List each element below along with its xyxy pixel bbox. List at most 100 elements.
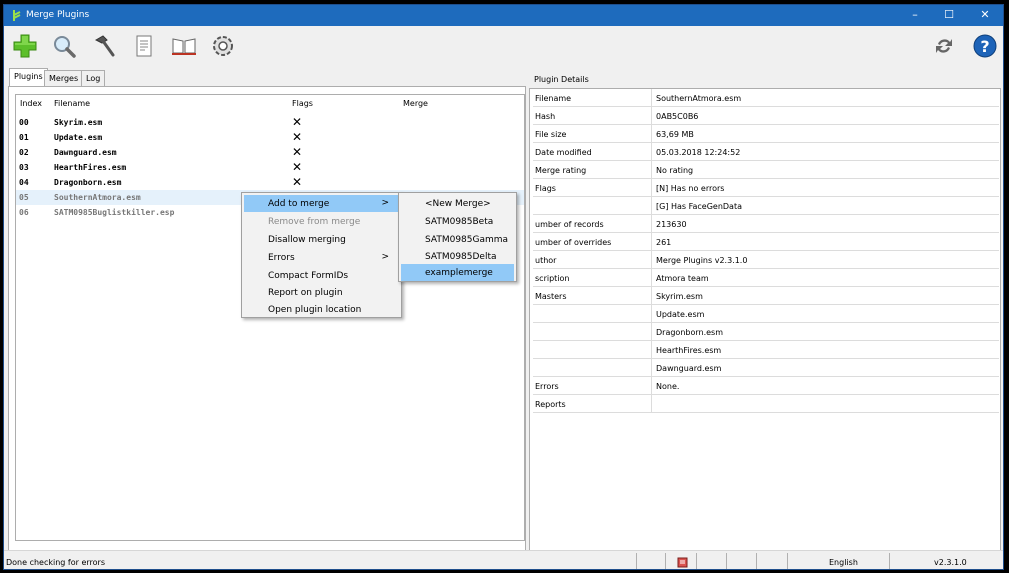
- detail-row: Dragonborn.esm: [533, 323, 999, 341]
- submenu-item-satm0985gamma[interactable]: SATM0985Gamma: [401, 231, 514, 248]
- table-row[interactable]: 00 Skyrim.esm ✕: [16, 115, 524, 130]
- row-index: 04: [19, 178, 29, 187]
- submenu-item-examplemerge[interactable]: examplemerge: [401, 264, 514, 281]
- menu-item-remove-from-merge[interactable]: Remove from merge: [244, 213, 399, 230]
- help-button[interactable]: ?: [970, 31, 1000, 61]
- submenu-item-new-merge[interactable]: <New Merge>: [401, 195, 514, 212]
- row-index: 06: [19, 208, 29, 217]
- hammer-icon: [94, 35, 115, 57]
- submenu-item-satm0985beta[interactable]: SATM0985Beta: [401, 213, 514, 230]
- row-filename: SATM0985Buglistkiller.esp: [54, 208, 175, 217]
- add-to-merge-submenu: <New Merge> SATM0985Beta SATM0985Gamma S…: [398, 192, 517, 282]
- flag-x-icon: ✕: [292, 175, 303, 189]
- flag-x-icon: ✕: [292, 160, 303, 174]
- check-for-errors-button[interactable]: [49, 31, 79, 61]
- dictionary-button[interactable]: [169, 31, 199, 61]
- plugin-details-label: Plugin Details: [534, 75, 589, 84]
- menu-item-add-to-merge[interactable]: Add to merge >: [244, 195, 399, 212]
- plugins-panel: Index Filename Flags Merge 00 Skyrim.esm…: [8, 86, 526, 551]
- window-title: Merge Plugins: [26, 10, 90, 20]
- help-icon: ?: [973, 34, 997, 58]
- book-icon: [172, 38, 196, 55]
- svg-text:?: ?: [980, 37, 989, 56]
- error-report-icon[interactable]: [677, 557, 688, 568]
- menu-item-errors[interactable]: Errors >: [244, 249, 399, 266]
- status-bar: Done checking for errors English v2.3.1.…: [4, 550, 1003, 569]
- row-index: 01: [19, 133, 29, 142]
- detail-row: Dawnguard.esm: [533, 359, 999, 377]
- submenu-item-satm0985delta[interactable]: SATM0985Delta: [401, 248, 514, 265]
- app-icon: [13, 10, 21, 21]
- status-divider: [756, 553, 757, 569]
- status-language: English: [829, 558, 858, 567]
- detail-row: Filename SouthernAtmora.esm: [533, 89, 999, 107]
- status-divider: [696, 553, 697, 569]
- row-filename: HearthFires.esm: [54, 163, 127, 172]
- plugin-context-menu: Add to merge > Remove from merge Disallow…: [241, 192, 402, 318]
- status-version: v2.3.1.0: [934, 558, 967, 567]
- detail-row: Update.esm: [533, 305, 999, 323]
- row-index: 05: [19, 193, 29, 202]
- row-index: 00: [19, 118, 29, 127]
- menu-item-disallow-merging[interactable]: Disallow merging: [244, 231, 399, 248]
- detail-row: umber of overrides 261: [533, 233, 999, 251]
- status-divider: [636, 553, 637, 569]
- title-bar[interactable]: Merge Plugins – ☐ ✕: [4, 5, 1003, 26]
- detail-row: umber of records 213630: [533, 215, 999, 233]
- menu-item-open-plugin-location[interactable]: Open plugin location: [244, 301, 399, 318]
- table-row[interactable]: 01 Update.esm ✕: [16, 130, 524, 145]
- detail-row: scription Atmora team: [533, 269, 999, 287]
- menu-item-compact-formids[interactable]: Compact FormIDs: [244, 267, 399, 284]
- search-icon: [54, 36, 76, 58]
- column-index[interactable]: Index: [20, 99, 42, 108]
- tab-log[interactable]: Log: [81, 70, 106, 86]
- row-filename: Dragonborn.esm: [54, 178, 122, 187]
- plugin-details-panel: Filename SouthernAtmora.esm Hash 0AB5C0B6 …: [529, 88, 1001, 551]
- refresh-button[interactable]: [929, 31, 959, 61]
- detail-row: Date modified 05.03.2018 12:24:52: [533, 143, 999, 161]
- close-button[interactable]: ✕: [968, 5, 1002, 26]
- status-divider: [726, 553, 727, 569]
- flag-x-icon: ✕: [292, 115, 303, 129]
- detail-row: HearthFires.esm: [533, 341, 999, 359]
- table-row[interactable]: 03 HearthFires.esm ✕: [16, 160, 524, 175]
- main-window: Merge Plugins – ☐ ✕ ? Plugins Merges Log…: [3, 4, 1004, 570]
- submenu-arrow-icon: >: [381, 252, 389, 262]
- detail-row: Merge rating No rating: [533, 161, 999, 179]
- report-button[interactable]: [129, 31, 159, 61]
- tab-plugins[interactable]: Plugins: [9, 68, 48, 86]
- minimize-button[interactable]: –: [898, 5, 932, 26]
- row-filename: Skyrim.esm: [54, 118, 103, 127]
- detail-row: File size 63,69 MB: [533, 125, 999, 143]
- detail-row: Hash 0AB5C0B6: [533, 107, 999, 125]
- submenu-arrow-icon: >: [381, 198, 389, 208]
- column-merge[interactable]: Merge: [403, 99, 428, 108]
- detail-row: Flags [N] Has no errors: [533, 179, 999, 197]
- build-merge-button[interactable]: [89, 31, 119, 61]
- refresh-icon: [936, 39, 952, 53]
- tab-merges[interactable]: Merges: [44, 70, 84, 86]
- add-merge-button[interactable]: [10, 31, 40, 61]
- maximize-button[interactable]: ☐: [932, 5, 966, 26]
- column-flags[interactable]: Flags: [292, 99, 313, 108]
- column-filename[interactable]: Filename: [54, 99, 90, 108]
- status-divider: [665, 553, 666, 569]
- row-index: 02: [19, 148, 29, 157]
- row-index: 03: [19, 163, 29, 172]
- row-filename: SouthernAtmora.esm: [54, 193, 141, 202]
- row-filename: Dawnguard.esm: [54, 148, 117, 157]
- options-button[interactable]: [208, 31, 238, 61]
- row-filename: Update.esm: [54, 133, 103, 142]
- add-merge-icon: [13, 34, 37, 58]
- toolbar: ?: [4, 26, 1003, 66]
- detail-row: [G] Has FaceGenData: [533, 197, 999, 215]
- document-icon: [136, 35, 152, 57]
- flag-x-icon: ✕: [292, 130, 303, 144]
- detail-row: Errors None.: [533, 377, 999, 395]
- menu-item-report-on-plugin[interactable]: Report on plugin: [244, 284, 399, 301]
- table-row[interactable]: 02 Dawnguard.esm ✕: [16, 145, 524, 160]
- detail-row: Reports: [533, 395, 999, 413]
- plugins-list-header: Index Filename Flags Merge: [16, 95, 524, 110]
- table-row[interactable]: 04 Dragonborn.esm ✕: [16, 175, 524, 190]
- flag-x-icon: ✕: [292, 145, 303, 159]
